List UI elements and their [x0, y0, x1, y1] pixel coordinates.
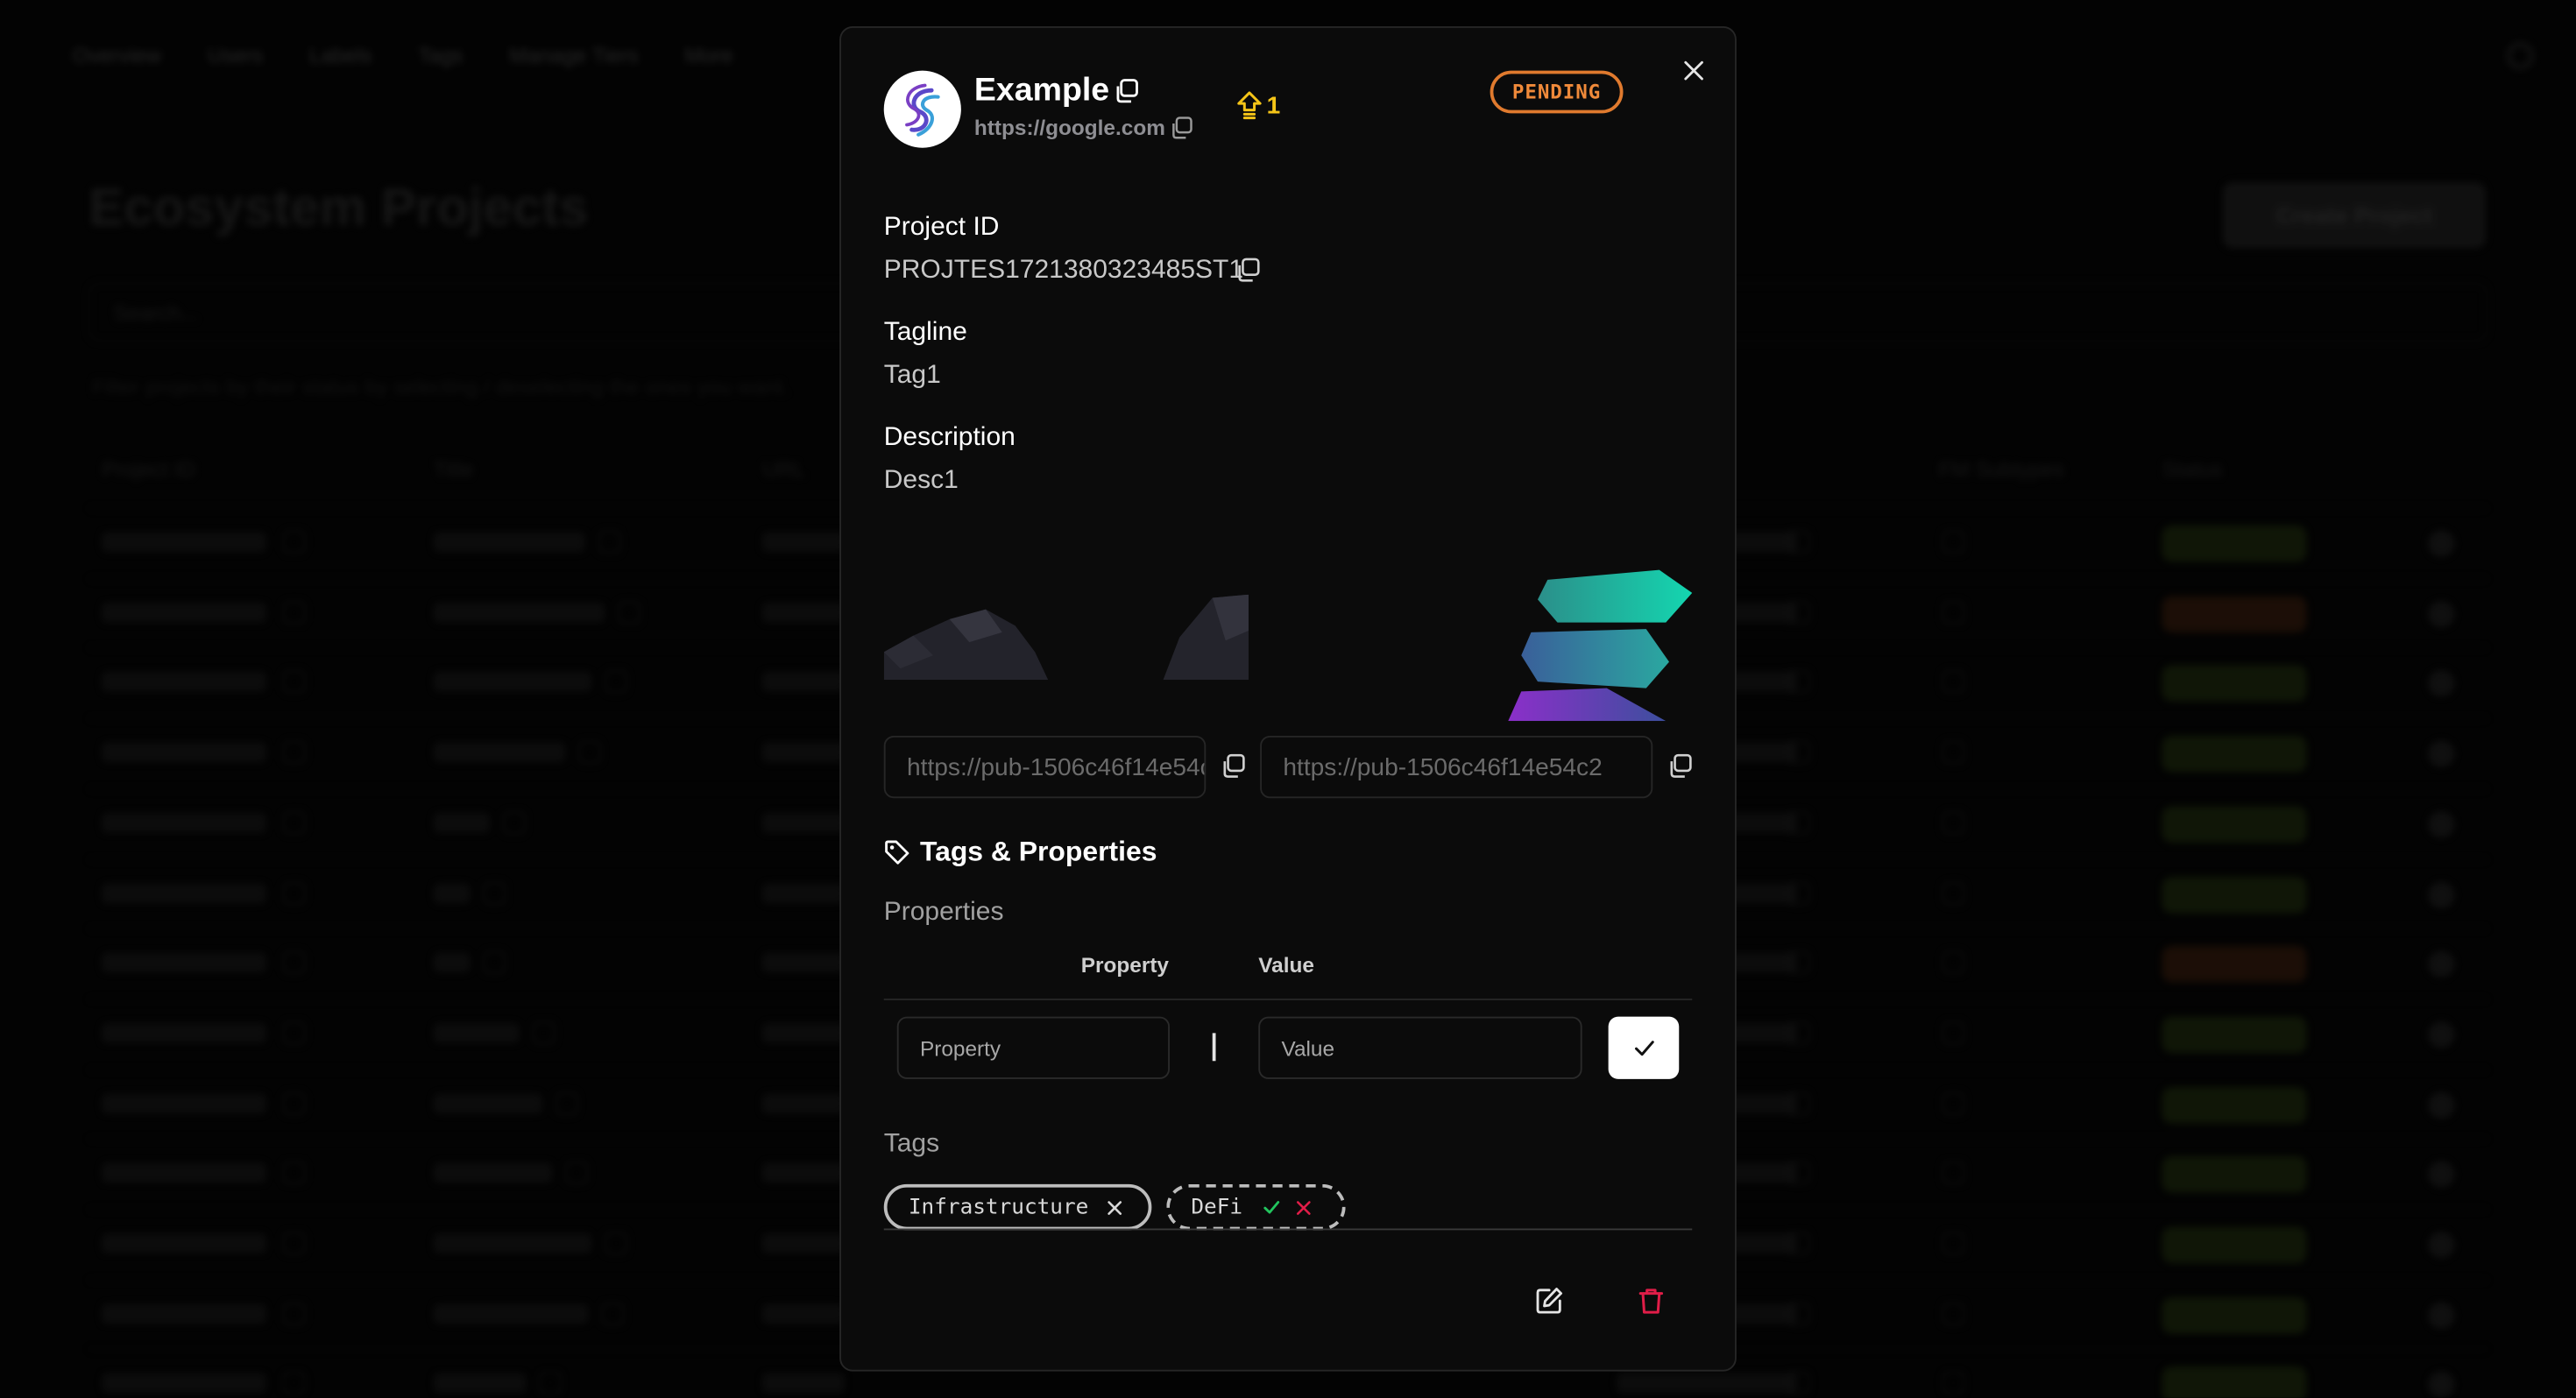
- upvote-count[interactable]: 1: [1235, 90, 1280, 120]
- tagline-value: Tag1: [883, 361, 941, 390]
- copy-icon[interactable]: [1667, 753, 1692, 787]
- separator: [1212, 1033, 1216, 1062]
- project-banner-image: [1508, 567, 1693, 722]
- tags-properties-heading: Tags & Properties: [884, 836, 1157, 869]
- confirm-tag-check-icon[interactable]: [1263, 1197, 1283, 1218]
- copy-icon[interactable]: [1221, 753, 1245, 787]
- reject-tag-x-icon[interactable]: [1295, 1198, 1313, 1217]
- close-icon[interactable]: [1679, 56, 1709, 86]
- upvote-icon: [1237, 91, 1262, 120]
- add-property-button[interactable]: [1608, 1016, 1680, 1079]
- tags-label: Tags: [883, 1130, 940, 1158]
- properties-label: Properties: [883, 898, 1004, 927]
- tag-label: Infrastructure: [908, 1195, 1089, 1220]
- description-value: Desc1: [883, 466, 959, 495]
- project-image-1: [883, 586, 1049, 681]
- tag-icon: [885, 840, 909, 865]
- tag-label: DeFi: [1191, 1195, 1243, 1220]
- remove-tag-x-icon[interactable]: [1105, 1198, 1123, 1217]
- tag-chip-pending: DeFi: [1166, 1183, 1346, 1231]
- project-id-value: PROJTES1721380323485ST1: [883, 256, 1244, 285]
- tagline-label: Tagline: [883, 318, 967, 347]
- project-logo: [883, 70, 961, 148]
- project-id-label: Project ID: [883, 213, 1000, 242]
- divider: [883, 999, 1693, 1000]
- upvote-number: 1: [1266, 91, 1281, 119]
- project-detail-modal: Example https://google.com 1 PENDING Pro…: [839, 26, 1737, 1372]
- project-image-2: [1163, 594, 1249, 681]
- property-input[interactable]: Property: [896, 1016, 1170, 1079]
- divider: [883, 1228, 1693, 1231]
- logo-mark-icon: [904, 82, 939, 136]
- project-url[interactable]: https://google.com: [974, 115, 1165, 139]
- property-column-header: Property: [1080, 952, 1170, 978]
- copy-icon[interactable]: [1170, 116, 1192, 148]
- status-badge: PENDING: [1490, 70, 1624, 114]
- tags-properties-title: Tags & Properties: [920, 836, 1157, 867]
- project-name: Example: [973, 72, 1110, 109]
- tag-chip: Infrastructure: [883, 1183, 1152, 1231]
- check-icon: [1634, 1041, 1653, 1056]
- description-label: Description: [883, 423, 1016, 452]
- value-input[interactable]: Value: [1258, 1016, 1582, 1079]
- image-url-field-2[interactable]: https://pub-1506c46f14e54c2: [1260, 736, 1653, 799]
- copy-icon[interactable]: [1114, 79, 1138, 112]
- value-column-header: Value: [1258, 952, 1314, 978]
- image-url-field-1[interactable]: https://pub-1506c46f14e54c2: [883, 736, 1207, 799]
- edit-icon[interactable]: [1534, 1286, 1564, 1324]
- trash-icon[interactable]: [1637, 1286, 1667, 1324]
- copy-icon[interactable]: [1235, 258, 1260, 291]
